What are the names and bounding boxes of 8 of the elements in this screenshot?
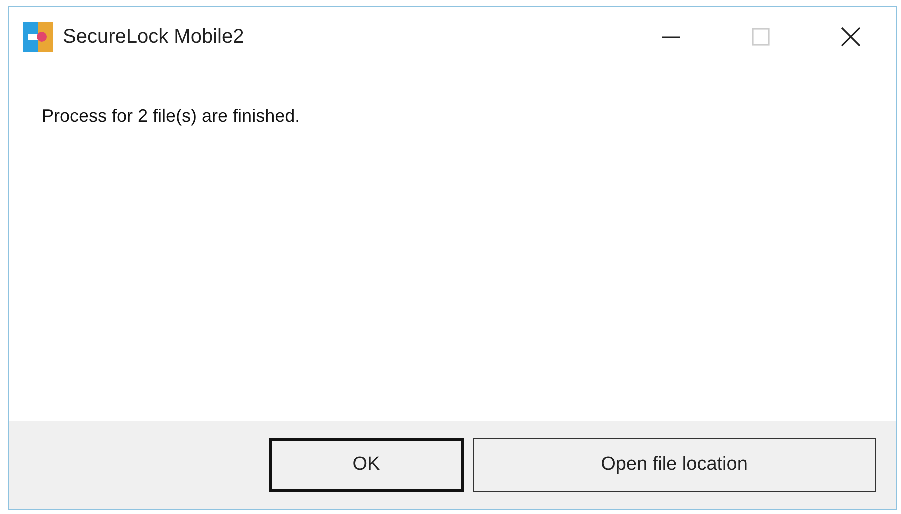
ok-button[interactable]: OK [269, 438, 464, 492]
open-location-button[interactable]: Open file location [473, 438, 876, 492]
close-icon [840, 26, 862, 48]
minimize-icon [660, 36, 682, 38]
app-icon [23, 22, 53, 52]
message-text: Process for 2 file(s) are finished. [42, 106, 300, 126]
window-title: SecureLock Mobile2 [63, 25, 244, 50]
maximize-icon [750, 26, 772, 48]
